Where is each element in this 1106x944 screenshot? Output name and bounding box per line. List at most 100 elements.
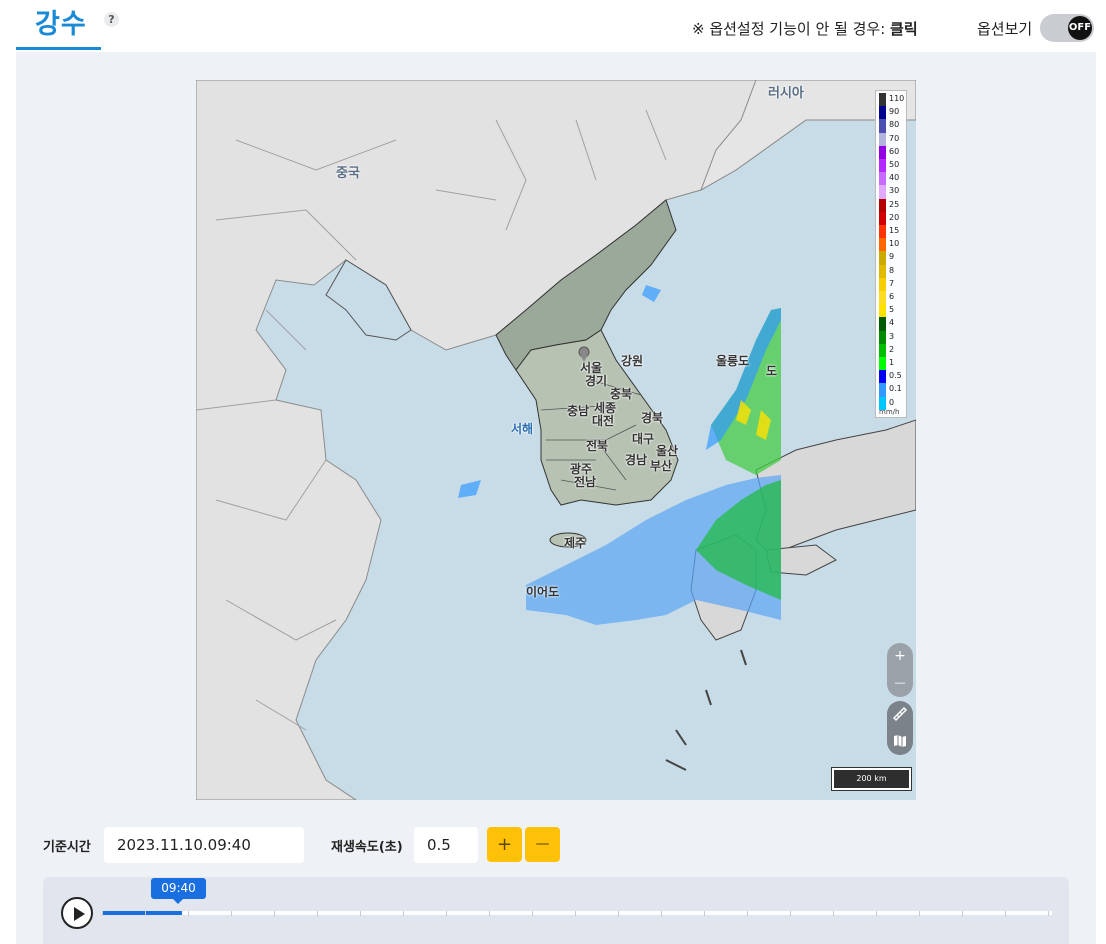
legend-row: 9 (876, 251, 908, 265)
legend-swatch (879, 238, 886, 252)
legend-swatch (879, 291, 886, 305)
precipitation-legend: mm/h 110 90 80 70 60 50 40 30 25 20 15 10 9 8 7 6 5 4 3 2 1 0… (875, 90, 907, 418)
speed-increase-button[interactable]: + (487, 827, 522, 862)
label-jeju: 제주 (564, 536, 587, 550)
ruler-icon[interactable] (892, 706, 908, 722)
timeline-tick (102, 911, 103, 916)
legend-row: 110 (876, 93, 908, 107)
legend-swatch (879, 172, 886, 186)
timeline-tick (747, 911, 748, 916)
speed-decrease-button[interactable]: — (525, 827, 560, 862)
legend-row: 60 (876, 145, 908, 159)
timeline-tick (575, 911, 576, 916)
legend-row: 8 (876, 264, 908, 278)
notice-text: ※ 옵션설정 기능이 안 될 경우: (692, 20, 886, 38)
timeline-progress (102, 911, 182, 915)
legend-swatch (879, 119, 886, 133)
zoom-in-button[interactable]: + (887, 643, 913, 669)
page-title: 강수 (35, 9, 87, 40)
timeline-tick (145, 911, 146, 916)
legend-label: 3 (889, 331, 895, 341)
legend-swatch (879, 198, 886, 212)
tab-precipitation[interactable]: 강수 ? (16, 0, 119, 50)
legend-label: 15 (889, 226, 900, 235)
legend-row: 0 (876, 396, 908, 410)
legend-swatch (879, 304, 886, 318)
option-notice: ※ 옵션설정 기능이 안 될 경우: 클릭 (692, 18, 918, 39)
timeline-tick (532, 911, 533, 916)
label-russia: 러시아 (768, 86, 804, 101)
legend-label: 5 (889, 305, 895, 315)
legend-label: 80 (889, 120, 900, 130)
timeline-panel: 09:40 (43, 877, 1069, 944)
legend-row: 30 (876, 185, 908, 199)
option-view-toggle[interactable]: OFF (1040, 14, 1094, 42)
label-gyeongbuk: 경북 (641, 411, 664, 425)
base-time-label: 기준시간 (43, 840, 91, 855)
label-ieodo: 이어도 (526, 585, 560, 599)
timeline-tick (446, 911, 447, 916)
legend-swatch (879, 145, 886, 159)
legend-row: 15 (876, 225, 908, 239)
legend-swatch (879, 277, 886, 291)
legend-label: 90 (889, 107, 900, 117)
legend-swatch (879, 93, 886, 107)
zoom-out-button[interactable]: — (887, 670, 913, 696)
label-busan: 부산 (650, 459, 673, 473)
timeline-tick (231, 911, 232, 916)
legend-label: 30 (889, 186, 900, 196)
legend-swatch (879, 343, 886, 357)
legend-swatch (879, 106, 886, 120)
timeline-track[interactable] (102, 911, 1052, 915)
option-view-label: 옵션보기 (977, 20, 1033, 38)
legend-swatch (879, 317, 886, 331)
legend-row: 0.1 (876, 383, 908, 397)
legend-label: 4 (889, 318, 895, 328)
label-jeonbuk: 전북 (586, 439, 609, 453)
timeline-tick (274, 911, 275, 916)
legend-row: 25 (876, 198, 908, 212)
timeline-tick (618, 911, 619, 916)
help-icon[interactable]: ? (104, 12, 119, 27)
legend-row: 20 (876, 211, 908, 225)
legend-row: 40 (876, 172, 908, 186)
toggle-state: OFF (1068, 16, 1092, 40)
map-scale-bar: 200 km (831, 767, 912, 791)
legend-row: 0.5 (876, 370, 908, 384)
timeline-tick (360, 911, 361, 916)
label-gyeongnam: 경남 (625, 453, 648, 467)
play-button[interactable] (61, 897, 93, 929)
legend-swatch (879, 330, 886, 344)
timeline-tick (403, 911, 404, 916)
legend-label: 0 (889, 397, 895, 407)
timeline-tick (1005, 911, 1006, 916)
label-gyeonggi: 경기 (585, 374, 608, 388)
legend-swatch (879, 251, 886, 265)
legend-row: 90 (876, 106, 908, 120)
timeline-tick (962, 911, 963, 916)
timeline-tick (704, 911, 705, 916)
legend-row: 2 (876, 343, 908, 357)
legend-swatch (879, 185, 886, 199)
timeline-tick (833, 911, 834, 916)
legend-row: 3 (876, 330, 908, 344)
label-jeonnam: 전남 (574, 475, 597, 489)
label-ulleungdo: 울릉도 (716, 354, 750, 368)
legend-swatch (879, 383, 886, 397)
legend-label: 60 (889, 146, 900, 156)
speed-label: 재생속도(초) (331, 840, 403, 855)
base-time-input[interactable]: 2023.11.10.09:40 (104, 827, 304, 863)
timeline-tick (489, 911, 490, 916)
speed-input[interactable]: 0.5 (414, 827, 478, 863)
radar-map[interactable]: 러시아 중국 서울 경기 강원 충북 충남 세종 대전 경북 전북 대구 울산 … (196, 80, 916, 800)
legend-row: 4 (876, 317, 908, 331)
ryukyu-islands (665, 649, 747, 771)
legend-row: 7 (876, 277, 908, 291)
notice-click-link[interactable]: 클릭 (890, 20, 918, 38)
legend-label: 8 (889, 265, 895, 275)
timeline-tick (876, 911, 877, 916)
map-layer-icon[interactable] (892, 733, 908, 749)
legend-label: 0.5 (889, 371, 902, 381)
timeline-tick (317, 911, 318, 916)
legend-label: 1 (889, 358, 895, 367)
